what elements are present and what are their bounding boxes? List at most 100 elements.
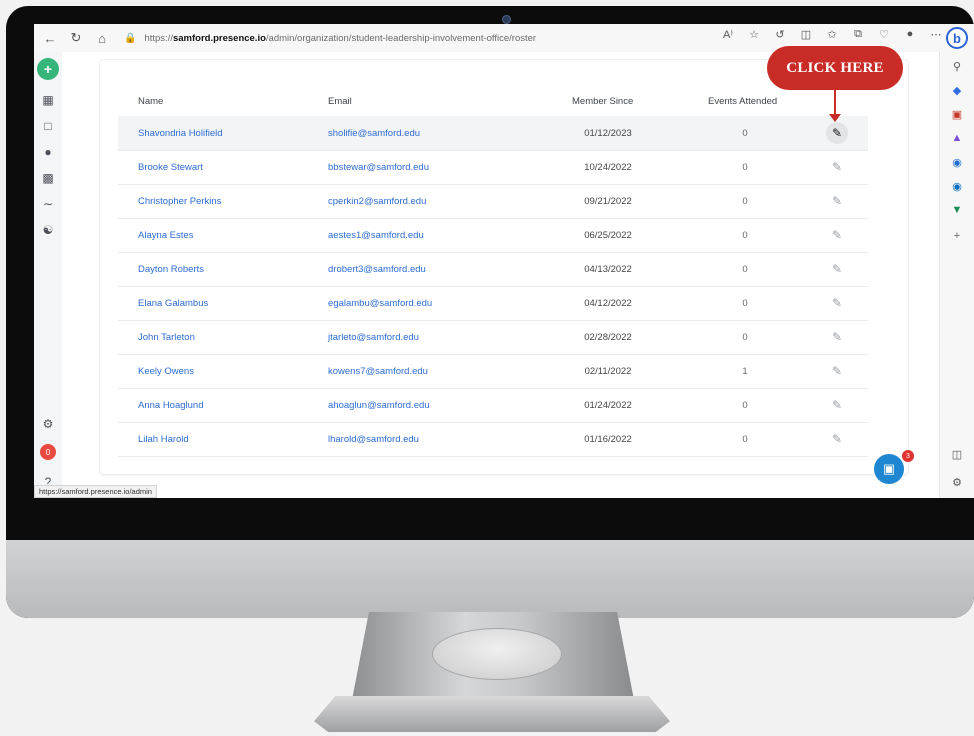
member-email[interactable]: kowens7@samford.edu xyxy=(328,366,428,377)
document-icon[interactable]: □ xyxy=(38,116,58,136)
table-row[interactable]: Keely Owens kowens7@samford.edu 02/11/20… xyxy=(118,354,868,389)
table-row[interactable]: Brooke Stewart bbstewar@samford.edu 10/2… xyxy=(118,150,868,185)
header-member-since[interactable]: Member Since xyxy=(572,96,633,107)
member-since: 02/28/2022 xyxy=(584,332,632,343)
member-email[interactable]: cperkin2@samford.edu xyxy=(328,196,426,207)
click-here-callout: CLICK HERE xyxy=(767,46,903,90)
monitor-chin xyxy=(6,540,974,618)
edit-pencil-icon[interactable]: ✎ xyxy=(826,122,848,144)
back-icon[interactable]: ← xyxy=(40,28,60,48)
url-prefix: https:// xyxy=(144,32,173,44)
member-since: 02/11/2022 xyxy=(584,366,632,377)
member-email[interactable]: drobert3@samford.edu xyxy=(328,264,426,275)
bing-icon[interactable]: b xyxy=(946,27,968,49)
sidebar-toggle-icon[interactable]: ◫ xyxy=(949,446,965,462)
split-screen-icon[interactable]: ◫ xyxy=(798,28,814,41)
table-row[interactable]: John Tarleton jtarleto@samford.edu 02/28… xyxy=(118,320,868,355)
browser-actions: A⁾ ☆ ↺ ◫ ✩ ⧉ ♡ ● ⋯ xyxy=(720,28,944,41)
events-attended: 1 xyxy=(742,366,748,377)
member-name[interactable]: Keely Owens xyxy=(138,366,194,377)
member-since: 06/25/2022 xyxy=(584,230,632,241)
member-name[interactable]: Shavondria Holifield xyxy=(138,128,223,139)
table-row[interactable]: Dayton Roberts drobert3@samford.edu 04/1… xyxy=(118,252,868,287)
table-row[interactable]: Anna Hoaglund ahoaglun@samford.edu 01/24… xyxy=(118,388,868,423)
edit-pencil-icon[interactable]: ✎ xyxy=(826,190,848,212)
edit-pencil-icon[interactable]: ✎ xyxy=(826,428,848,450)
edit-pencil-icon[interactable]: ✎ xyxy=(826,156,848,178)
analytics-icon[interactable]: ∼ xyxy=(38,194,58,214)
member-email[interactable]: sholifie@samford.edu xyxy=(328,128,420,139)
collections-icon[interactable]: ⧉ xyxy=(850,28,866,41)
member-name[interactable]: Brooke Stewart xyxy=(138,162,203,173)
webcam xyxy=(502,15,511,24)
browser-screen: ← ↻ ⌂ 🔒 https://samford.presence.io/admi… xyxy=(34,24,974,498)
member-name[interactable]: Alayna Estes xyxy=(138,230,193,241)
header-name[interactable]: Name xyxy=(138,96,163,107)
edge-right-sidebar: ⚲ ◆ ▣ ▲ ◉ ◉ ▼ + ◫ ⚙ xyxy=(939,52,974,498)
calendar-icon[interactable]: ▩ xyxy=(38,168,58,188)
office-icon[interactable]: ◉ xyxy=(949,154,965,170)
settings-gear-icon[interactable]: ⚙ xyxy=(38,414,58,434)
member-since: 01/12/2023 xyxy=(584,128,632,139)
favorites-icon[interactable]: ✩ xyxy=(824,28,840,41)
groups-icon[interactable]: ● xyxy=(38,142,58,162)
health-icon[interactable]: ♡ xyxy=(876,28,892,41)
member-email[interactable]: ahoaglun@samford.edu xyxy=(328,400,430,411)
edit-pencil-icon[interactable]: ✎ xyxy=(826,224,848,246)
table-header: Name Email Member Since Events Attended xyxy=(118,90,868,116)
briefcase-icon[interactable]: ▣ xyxy=(949,106,965,122)
edit-pencil-icon[interactable]: ✎ xyxy=(826,326,848,348)
table-row[interactable]: Christopher Perkins cperkin2@samford.edu… xyxy=(118,184,868,219)
table-row[interactable]: Shavondria Holifield sholifie@samford.ed… xyxy=(118,116,868,151)
member-name[interactable]: Dayton Roberts xyxy=(138,264,204,275)
table-row[interactable]: Alayna Estes aestes1@samford.edu 06/25/2… xyxy=(118,218,868,253)
member-name[interactable]: John Tarleton xyxy=(138,332,195,343)
table-row[interactable]: Lilah Harold lharold@samford.edu 01/16/2… xyxy=(118,422,868,457)
sidebar-settings-icon[interactable]: ⚙ xyxy=(949,474,965,490)
read-aloud-icon[interactable]: A⁾ xyxy=(720,28,736,41)
member-name[interactable]: Anna Hoaglund xyxy=(138,400,204,411)
profile-icon[interactable]: ● xyxy=(902,28,918,41)
outlook-icon[interactable]: ◉ xyxy=(949,178,965,194)
add-sidebar-app-button[interactable]: + xyxy=(949,228,965,244)
edit-pencil-icon[interactable]: ✎ xyxy=(826,394,848,416)
member-since: 09/21/2022 xyxy=(584,196,632,207)
favorite-star-icon[interactable]: ☆ xyxy=(746,28,762,41)
notifications-badge[interactable]: 0 xyxy=(40,444,56,460)
member-email[interactable]: jtarleto@samford.edu xyxy=(328,332,419,343)
member-email[interactable]: aestes1@samford.edu xyxy=(328,230,424,241)
refresh-icon[interactable]: ↻ xyxy=(66,28,86,48)
chat-support-icon[interactable]: ▣ xyxy=(874,454,904,484)
tag-icon[interactable]: ◆ xyxy=(949,82,965,98)
member-email[interactable]: egalambu@samford.edu xyxy=(328,298,432,309)
events-attended: 0 xyxy=(742,332,748,343)
events-attended: 0 xyxy=(742,196,748,207)
events-attended: 0 xyxy=(742,298,748,309)
member-name[interactable]: Christopher Perkins xyxy=(138,196,221,207)
monitor-base xyxy=(314,696,670,732)
status-bar-url: https://samford.presence.io/admin xyxy=(34,485,157,498)
member-email[interactable]: lharold@samford.edu xyxy=(328,434,419,445)
member-email[interactable]: bbstewar@samford.edu xyxy=(328,162,429,173)
extension-icon[interactable]: ↺ xyxy=(772,28,788,41)
events-attended: 0 xyxy=(742,264,748,275)
member-name[interactable]: Elana Galambus xyxy=(138,298,208,309)
user-icon[interactable]: ☯ xyxy=(38,220,58,240)
drop-icon[interactable]: ▼ xyxy=(949,202,965,218)
home-icon[interactable]: ⌂ xyxy=(92,28,112,48)
edit-pencil-icon[interactable]: ✎ xyxy=(826,292,848,314)
member-since: 04/13/2022 xyxy=(584,264,632,275)
games-icon[interactable]: ▲ xyxy=(949,130,965,146)
member-name[interactable]: Lilah Harold xyxy=(138,434,189,445)
monitor-stand-disc xyxy=(432,628,562,680)
dashboard-icon[interactable]: ▦ xyxy=(38,90,58,110)
search-icon[interactable]: ⚲ xyxy=(949,58,965,74)
add-button[interactable]: + xyxy=(37,58,59,80)
edit-pencil-icon[interactable]: ✎ xyxy=(826,258,848,280)
edit-pencil-icon[interactable]: ✎ xyxy=(826,360,848,382)
header-events-attended[interactable]: Events Attended xyxy=(708,96,777,107)
more-icon[interactable]: ⋯ xyxy=(928,28,944,41)
table-row[interactable]: Elana Galambus egalambu@samford.edu 04/1… xyxy=(118,286,868,321)
header-email[interactable]: Email xyxy=(328,96,352,107)
address-bar[interactable]: 🔒 https://samford.presence.io/admin/orga… xyxy=(124,28,624,48)
